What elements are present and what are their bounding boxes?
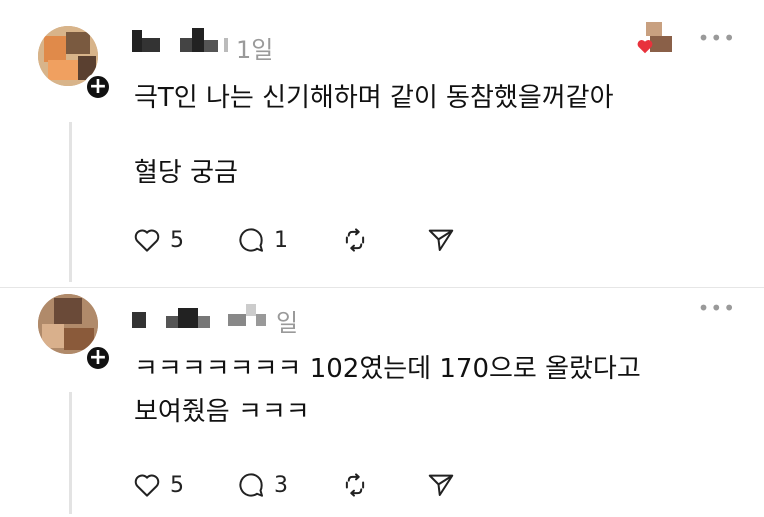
send-icon (428, 474, 454, 496)
heart-icon (134, 474, 160, 497)
share-button[interactable] (426, 224, 456, 256)
heart-badge-icon (637, 40, 653, 54)
reply-count: 3 (274, 472, 288, 498)
post-text-line: 극T인 나는 신기해하며 같이 동참했을꺼같아 (134, 83, 614, 113)
share-button[interactable] (426, 469, 456, 501)
post-timestamp: 일 (276, 309, 299, 337)
like-count: 5 (170, 227, 184, 253)
repost-icon (345, 473, 365, 497)
reply-button[interactable]: 3 (236, 469, 288, 501)
post-text-line: ㅋㅋㅋㅋㅋㅋㅋ 102였는데 170으로 올랐다고 (134, 354, 641, 384)
more-options-button[interactable]: ••• (698, 26, 736, 50)
send-icon (428, 229, 454, 251)
like-button[interactable]: 5 (132, 469, 184, 501)
thread-post: + 1일 ••• 극T인 나는 신기해하며 같이 동참했을꺼같아 혈당 궁금 5… (0, 0, 764, 288)
reply-button[interactable]: 1 (236, 224, 288, 256)
post-text-line: 혈당 궁금 (134, 158, 238, 188)
follow-plus-icon[interactable]: + (84, 73, 112, 101)
post-text-line: 보여줬음 ㅋㅋㅋ (134, 397, 310, 427)
comment-icon (239, 228, 263, 252)
reply-count: 1 (274, 227, 288, 253)
thread-line (69, 392, 72, 514)
like-count: 5 (170, 472, 184, 498)
follow-plus-icon[interactable]: + (84, 344, 112, 372)
repost-button[interactable] (340, 469, 370, 501)
like-button[interactable]: 5 (132, 224, 184, 256)
more-options-button[interactable]: ••• (698, 296, 736, 320)
reaction-avatar (636, 22, 680, 58)
post-timestamp: 1일 (236, 36, 274, 64)
repost-button[interactable] (340, 224, 370, 256)
thread-post: + 일 ••• ㅋㅋㅋㅋㅋㅋㅋ 102였는데 170으로 올랐다고 보여줬음 ㅋ… (0, 288, 764, 517)
thread-line (69, 122, 72, 282)
comment-icon (239, 473, 263, 497)
repost-icon (345, 228, 365, 252)
heart-icon (134, 229, 160, 252)
